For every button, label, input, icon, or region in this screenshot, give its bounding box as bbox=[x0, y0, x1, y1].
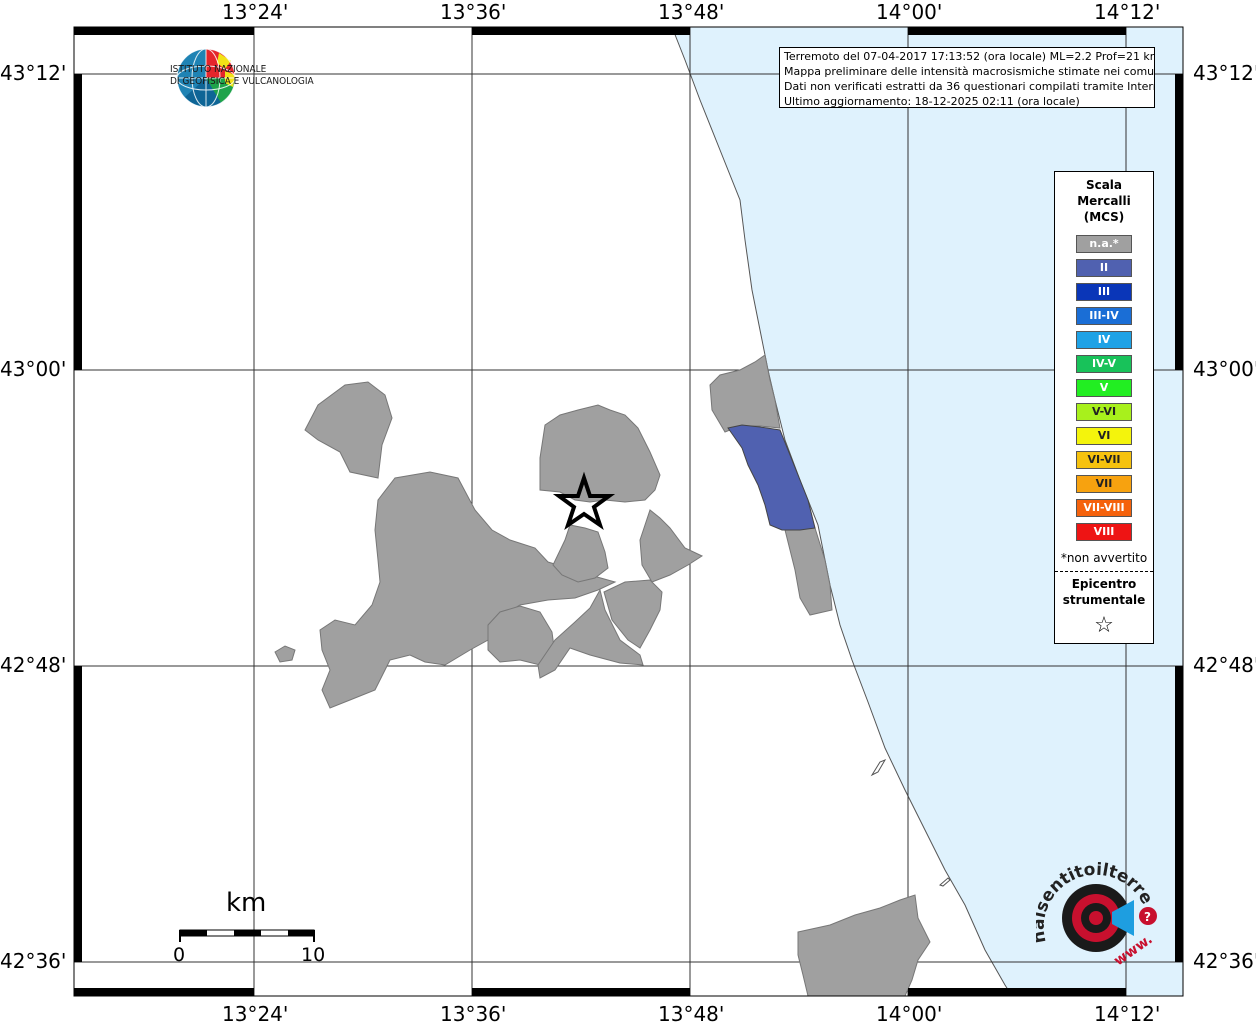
scale-bar bbox=[179, 929, 315, 942]
legend-title: Scala Mercalli (MCS) bbox=[1055, 177, 1153, 225]
municipality-polygon bbox=[797, 894, 931, 997]
info-line: Dati non verificati estratti da 36 quest… bbox=[784, 80, 1155, 93]
legend-swatch: IV bbox=[1076, 331, 1132, 349]
municipality-polygon bbox=[639, 509, 704, 583]
legend-swatch: VI-VII bbox=[1076, 451, 1132, 469]
event-info-box: Terremoto del 07-04-2017 17:13:52 (ora l… bbox=[779, 47, 1155, 108]
legend-title-line: (MCS) bbox=[1083, 210, 1125, 224]
lon-label: 14°00' bbox=[876, 1002, 943, 1026]
lon-label: 13°36' bbox=[440, 1002, 507, 1026]
legend-swatch: VIII bbox=[1076, 523, 1132, 541]
legend-swatch: V bbox=[1076, 379, 1132, 397]
scale-bar-unit: km bbox=[226, 888, 267, 918]
lon-label: 14°00' bbox=[876, 0, 943, 24]
lon-label: 14°12' bbox=[1094, 0, 1161, 24]
lat-label: 42°48' bbox=[1193, 653, 1256, 677]
legend-swatch: II bbox=[1076, 259, 1132, 277]
lat-label: 43°00' bbox=[1193, 357, 1256, 381]
municipality-polygon bbox=[274, 645, 296, 663]
lat-label: 42°36' bbox=[0, 949, 67, 973]
lon-label: 13°36' bbox=[440, 0, 507, 24]
municipality-polygon bbox=[304, 381, 393, 479]
legend-swatch: III-IV bbox=[1076, 307, 1132, 325]
hsit-target-icon: haisentitoilterremoto.it ? www. bbox=[1036, 862, 1157, 969]
scale-bar-start: 0 bbox=[173, 944, 186, 966]
scale-bar-end: 10 bbox=[301, 944, 326, 966]
lon-label: 13°48' bbox=[658, 0, 725, 24]
legend-star-icon: ☆ bbox=[1094, 613, 1114, 638]
info-line: Mappa preliminare delle intensità macros… bbox=[784, 65, 1155, 78]
municipality-polygon bbox=[539, 404, 661, 503]
lat-label: 43°00' bbox=[0, 357, 67, 381]
info-line: Terremoto del 07-04-2017 17:13:52 (ora l… bbox=[784, 50, 1155, 63]
legend-swatch: n.a.* bbox=[1076, 235, 1132, 253]
info-line: Ultimo aggiornamento: 18-12-2025 02:11 (… bbox=[784, 95, 1080, 108]
lon-label: 13°24' bbox=[222, 0, 289, 24]
ingv-logo-text: ISTITUTO NAZIONALE DI GEOFISICA E VULCAN… bbox=[170, 64, 314, 88]
ingv-logo-line1: ISTITUTO NAZIONALE bbox=[170, 64, 267, 75]
lat-label: 43°12' bbox=[0, 61, 67, 85]
lat-label: 42°36' bbox=[1193, 949, 1256, 973]
lon-label: 13°24' bbox=[222, 1002, 289, 1026]
legend-swatch: VII bbox=[1076, 475, 1132, 493]
legend-separator bbox=[1055, 571, 1153, 572]
lon-label: 13°48' bbox=[658, 1002, 725, 1026]
legend-epicenter-label: Epicentro strumentale bbox=[1055, 576, 1153, 608]
svg-text:?: ? bbox=[1144, 910, 1151, 924]
lat-label: 43°12' bbox=[1193, 61, 1256, 85]
legend-swatch: III bbox=[1076, 283, 1132, 301]
harbor-feature bbox=[870, 758, 887, 777]
harbor-feature bbox=[939, 877, 951, 887]
legend-swatch: IV-V bbox=[1076, 355, 1132, 373]
legend-epicenter-line: Epicentro bbox=[1071, 577, 1137, 591]
lon-label: 14°12' bbox=[1094, 1002, 1161, 1026]
legend-swatch: V-VI bbox=[1076, 403, 1132, 421]
legend-note: *non avvertito bbox=[1060, 551, 1148, 565]
ingv-logo-line2: DI GEOFISICA E VULCANOLOGIA bbox=[170, 76, 314, 87]
municipality-polygon bbox=[319, 471, 617, 709]
legend-swatch-list: n.a.* II III III-IV IV IV-V V V-VI VI VI-VII VII VI… bbox=[1055, 235, 1153, 541]
legend-title-line: Scala bbox=[1085, 178, 1123, 192]
mercalli-legend: Scala Mercalli (MCS) n.a.* II III III-IV IV I… bbox=[1054, 171, 1154, 644]
legend-title-line: Mercalli bbox=[1077, 194, 1131, 208]
legend-swatch: VII-VIII bbox=[1076, 499, 1132, 517]
municipality-polygon bbox=[552, 524, 609, 583]
lat-label: 42°48' bbox=[0, 653, 67, 677]
legend-epicenter-line: strumentale bbox=[1062, 593, 1146, 607]
legend-swatch: VI bbox=[1076, 427, 1132, 445]
